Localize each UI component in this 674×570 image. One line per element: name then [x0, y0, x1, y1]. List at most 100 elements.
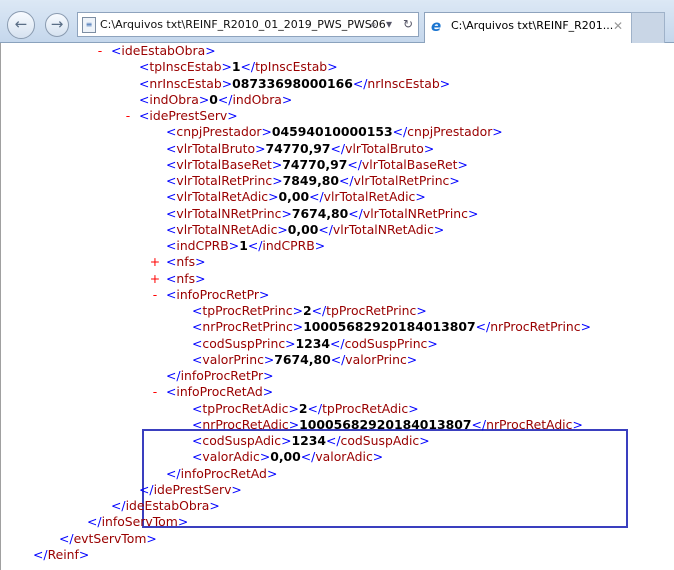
chevron-down-icon[interactable]: ▾ — [386, 13, 392, 36]
bracket: > — [259, 449, 271, 465]
tag-value: 7674,80 — [291, 205, 349, 221]
bracket: > — [78, 546, 90, 562]
bracket: > — [228, 238, 240, 253]
bracket: > — [271, 156, 283, 172]
forward-button[interactable]: → — [45, 13, 69, 37]
bracket: > — [258, 286, 270, 302]
bracket: </ — [33, 546, 48, 562]
back-arrow-icon: ← — [14, 15, 28, 33]
tag-value: 08733698000166 — [232, 75, 353, 91]
tag-value: 1234 — [291, 433, 326, 448]
bracket: > — [288, 400, 299, 416]
bracket: < — [166, 286, 177, 302]
tag-name-close: codSuspAdic — [340, 433, 420, 448]
tag-value: 0 — [209, 91, 218, 107]
bracket: < — [139, 75, 150, 91]
bracket: > — [261, 124, 272, 140]
xml-line: - <infoProcRetPr> — [153, 286, 270, 303]
bracket: > — [314, 238, 326, 253]
address-bar[interactable]: ≡ C:\Arquivos txt\REINF_R2010_01_2019_PW… — [77, 12, 419, 37]
bracket: > — [292, 303, 303, 318]
xml-line: <valorPrinc>7674,80</valorPrinc> — [192, 352, 417, 368]
xml-line: </Reinf> — [33, 547, 89, 563]
xml-line: + <nfs> — [150, 254, 206, 270]
collapse-toggle[interactable]: - — [122, 108, 134, 124]
xml-line: <tpInscEstab>1</tpInscEstab> — [139, 59, 338, 75]
bracket: > — [292, 319, 304, 335]
new-tab-button[interactable] — [631, 12, 665, 43]
tag-name-close: vlrTotalBaseRet — [361, 156, 458, 172]
bracket: > — [146, 530, 157, 546]
tag-value: 1 — [239, 238, 248, 253]
tag-name: nrProcRetPrinc — [202, 319, 293, 335]
tag-name-close: indObra — [232, 91, 282, 107]
bracket: < — [111, 43, 122, 58]
bracket: > — [457, 156, 468, 172]
bracket: < — [192, 303, 203, 318]
xml-line: <vlrTotalBaseRet>74770,97</vlrTotalBaseR… — [166, 157, 468, 173]
bracket: > — [272, 173, 283, 188]
tab-active[interactable]: e C:\Arquivos txt\REINF_R201... ✕ — [424, 12, 632, 43]
tab-title: C:\Arquivos txt\REINF_R201... — [451, 19, 614, 32]
bracket: < — [166, 205, 177, 221]
bracket: </ — [139, 481, 154, 497]
bracket: </ — [471, 416, 487, 432]
xml-line: <nrProcRetAdic>10005682920184013807</nrP… — [192, 417, 583, 433]
tag-value: 0,00 — [287, 221, 319, 237]
xml-line: <tpProcRetPrinc>2</tpProcRetPrinc> — [192, 303, 427, 319]
tag-name-close: tpProcRetAdic — [322, 400, 409, 416]
tag-value: 2 — [298, 400, 308, 416]
bracket: < — [192, 400, 203, 416]
bracket: > — [406, 351, 418, 367]
bracket: </ — [352, 75, 368, 91]
address-text: C:\Arquivos txt\REINF_R2010_01_2019_PWS_… — [100, 18, 386, 31]
bracket: > — [423, 140, 435, 156]
refresh-icon[interactable]: ↻ — [403, 13, 413, 36]
bracket: < — [139, 108, 150, 123]
bracket: > — [177, 514, 189, 530]
bracket: > — [415, 189, 426, 205]
bracket: </ — [166, 465, 181, 481]
bracket: > — [221, 59, 232, 75]
xml-line: <indObra>0</indObra> — [139, 92, 292, 108]
bracket: > — [449, 173, 460, 188]
tag-value: 0,00 — [270, 449, 301, 465]
tag-name: codSuspAdic — [202, 433, 282, 448]
bracket: < — [192, 319, 203, 335]
close-tab-icon[interactable]: ✕ — [613, 13, 623, 39]
search-icon[interactable]: ⌕ — [370, 13, 377, 36]
tag-name-close: nrProcRetAdic — [486, 416, 573, 432]
collapse-toggle[interactable]: - — [94, 43, 106, 59]
expand-toggle[interactable]: + — [149, 254, 161, 270]
bracket: </ — [339, 173, 354, 188]
bracket: > — [195, 254, 206, 270]
back-button[interactable]: ← — [7, 11, 35, 39]
tag-value: 74770,97 — [282, 156, 348, 172]
xml-line: <valorAdic>0,00</valorAdic> — [192, 449, 383, 465]
collapse-toggle[interactable]: - — [149, 287, 161, 303]
expand-toggle[interactable]: + — [149, 271, 161, 287]
ie-logo-icon: e — [431, 17, 442, 35]
bracket: </ — [87, 514, 102, 530]
bracket: </ — [325, 433, 341, 448]
bracket: < — [166, 140, 177, 156]
bracket: </ — [59, 530, 74, 546]
bracket: > — [408, 400, 419, 416]
tag-value: 7849,80 — [282, 173, 340, 188]
xml-line: <indCPRB>1</indCPRB> — [166, 238, 325, 254]
bracket: </ — [347, 156, 362, 172]
bracket: </ — [318, 221, 333, 237]
xml-line: - <infoProcRetAd> — [153, 384, 273, 400]
collapse-toggle[interactable]: - — [149, 384, 161, 400]
xml-line: <vlrTotalRetPrinc>7849,80</vlrTotalRetPr… — [166, 173, 460, 189]
bracket: > — [281, 433, 292, 448]
bracket: > — [231, 481, 242, 497]
forward-arrow-icon: → — [50, 15, 64, 33]
bracket: < — [192, 351, 203, 367]
bracket: > — [281, 91, 293, 107]
tag-name: nrInscEstab — [149, 75, 222, 91]
tag-name-close: vlrTotalRetPrinc — [353, 173, 450, 188]
bracket: > — [263, 368, 274, 383]
xml-line: + <nfs> — [150, 271, 206, 287]
xml-line: <nrProcRetPrinc>10005682920184013807</nr… — [192, 319, 591, 335]
